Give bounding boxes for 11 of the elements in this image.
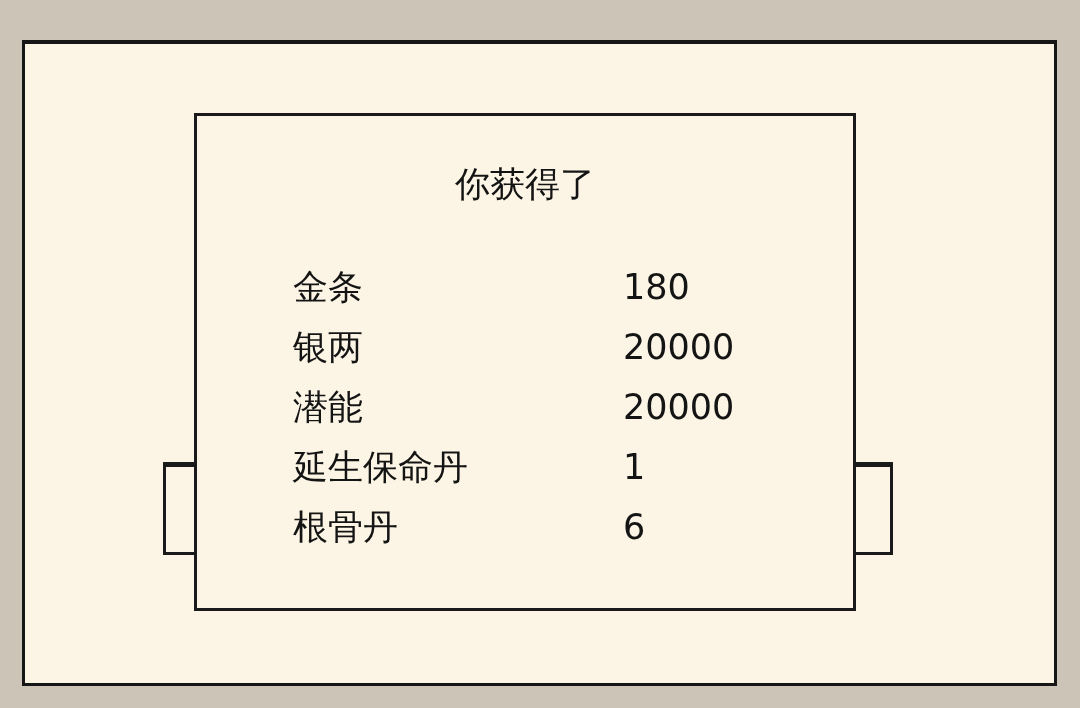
- item-amount: 1: [623, 447, 646, 487]
- item-name: 根骨丹: [293, 507, 398, 547]
- item-amount: 20000: [623, 387, 735, 427]
- item-amount: 20000: [623, 327, 735, 367]
- item-name: 潜能: [293, 387, 363, 427]
- item-amount: 180: [623, 267, 690, 307]
- item-name: 延生保命丹: [293, 447, 468, 487]
- item-amount: 6: [623, 507, 646, 547]
- dialog-title: 你获得了: [455, 164, 595, 204]
- item-name: 金条: [293, 267, 363, 307]
- item-name: 银两: [293, 327, 363, 367]
